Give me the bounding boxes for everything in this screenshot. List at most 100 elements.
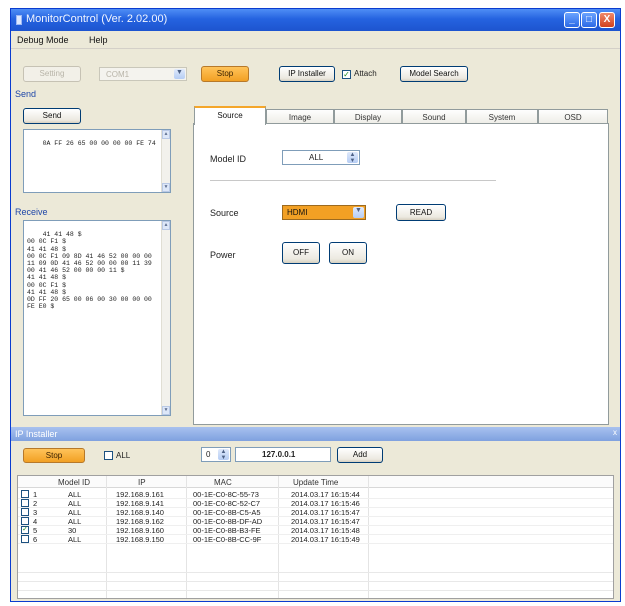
receive-textarea[interactable]: 41 41 48 $ 00 0C F1 $ 41 41 48 $ 00 0C F… — [23, 220, 171, 416]
cell-model: ALL — [68, 535, 82, 544]
all-label: ALL — [116, 451, 131, 460]
add-button[interactable]: Add — [337, 447, 383, 463]
menu-help[interactable]: Help — [89, 35, 108, 45]
cell-mac: 00-1E-C0-8B-C5-A5 — [193, 508, 261, 517]
cell-model: ALL — [68, 499, 82, 508]
row-number: 6 — [33, 535, 38, 544]
column-header-mac[interactable]: MAC — [214, 478, 232, 487]
row-checkbox[interactable] — [21, 535, 29, 543]
cell-ip: 192.168.9.160 — [116, 526, 164, 535]
cell-time: 2014.03.17 16:15:49 — [291, 535, 360, 544]
attach-checkbox[interactable]: ✓ — [342, 70, 351, 79]
column-header-model-id[interactable]: Model ID — [58, 478, 90, 487]
cell-model: 30 — [68, 526, 77, 535]
power-label: Power — [210, 250, 236, 260]
maximize-button[interactable]: □ — [581, 12, 597, 28]
row-checkbox[interactable]: ✓ — [21, 526, 29, 534]
cell-mac: 00-1E-C0-8B-B3-FE — [193, 526, 261, 535]
power-off-button[interactable]: OFF — [282, 242, 320, 264]
model-id-label: Model ID — [210, 154, 247, 164]
cell-ip: 192.168.9.140 — [116, 508, 164, 517]
model-id-spinner[interactable]: ALL ▲ ▼ — [282, 150, 360, 165]
ip-installer-title-bar: IP Installer x — [11, 427, 620, 441]
row-checkbox[interactable] — [21, 517, 29, 525]
send-textarea[interactable]: 0A FF 26 65 00 00 00 00 FE 74 ▲ ▼ — [23, 129, 171, 193]
row-checkbox[interactable] — [21, 508, 29, 516]
row-number: 4 — [33, 517, 38, 526]
row-number: 5 — [33, 526, 38, 535]
menu-debug-mode[interactable]: Debug Mode — [17, 35, 69, 45]
row-number: 3 — [33, 508, 38, 517]
table-row[interactable]: 1 ALL 192.168.9.161 00-1E-C0-8C-55-73 2014.0… — [18, 490, 613, 499]
com-port-select[interactable]: COM1 ▼ — [99, 67, 187, 81]
table-row[interactable]: ✓ 5 30 192.168.9.160 00-1E-C0-8B-B3-FE 2014.0… — [18, 526, 613, 535]
stop-button[interactable]: Stop — [201, 66, 249, 82]
row-divider — [18, 572, 613, 573]
setting-button[interactable]: Setting — [23, 66, 81, 82]
column-header-update-time[interactable]: Update Time — [293, 478, 338, 487]
scroll-up-icon[interactable]: ▲ — [162, 130, 170, 139]
cell-model: ALL — [68, 508, 82, 517]
read-button[interactable]: READ — [396, 204, 446, 221]
table-row[interactable]: 2 ALL 192.168.9.141 00-1E-C0-8C-52-C7 2014.0… — [18, 499, 613, 508]
close-button[interactable]: X — [599, 12, 615, 28]
table-row[interactable]: 6 ALL 192.168.9.150 00-1E-C0-8B-CC-9F 2014.0… — [18, 535, 613, 544]
source-select[interactable]: HDMI ▼ — [282, 205, 366, 220]
row-divider — [18, 590, 613, 591]
close-icon[interactable]: x — [613, 428, 617, 437]
ip-stop-button[interactable]: Stop — [23, 448, 85, 463]
send-scrollbar[interactable]: ▲ ▼ — [161, 130, 170, 192]
ip-address-input[interactable]: 127.0.0.1 — [235, 447, 331, 462]
cell-time: 2014.03.17 16:15:47 — [291, 508, 360, 517]
cell-time: 2014.03.17 16:15:44 — [291, 490, 360, 499]
receive-content: 41 41 48 $ 00 0C F1 $ 41 41 48 $ 00 0C F… — [27, 231, 152, 311]
row-checkbox[interactable] — [21, 490, 29, 498]
source-label: Source — [210, 208, 239, 218]
model-id-value: ALL — [309, 153, 324, 162]
cell-mac: 00-1E-C0-8C-55-73 — [193, 490, 259, 499]
divider — [210, 180, 496, 181]
title-bar[interactable]: MonitorControl (Ver. 2.02.00) _ □ X — [11, 9, 620, 31]
column-header-ip[interactable]: IP — [138, 478, 146, 487]
cell-ip: 192.168.9.150 — [116, 535, 164, 544]
chevron-down-icon: ▼ — [174, 69, 185, 79]
index-value: 0 — [206, 450, 211, 459]
table-header: Model ID IP MAC Update Time — [18, 476, 613, 488]
send-content: 0A FF 26 65 00 00 00 00 FE 74 — [42, 140, 156, 148]
attach-label: Attach — [354, 69, 377, 78]
main-window: MonitorControl (Ver. 2.02.00) _ □ X Debu… — [10, 8, 621, 602]
ip-installer-button[interactable]: IP Installer — [279, 66, 335, 82]
scroll-up-icon[interactable]: ▲ — [162, 221, 170, 230]
window-title: MonitorControl (Ver. 2.02.00) — [26, 13, 168, 25]
ip-installer-title: IP Installer — [15, 429, 58, 439]
ip-address-value: 127.0.0.1 — [262, 450, 296, 459]
scroll-down-icon[interactable]: ▼ — [162, 183, 170, 192]
chevron-down-icon: ▼ — [353, 207, 364, 218]
row-checkbox[interactable] — [21, 499, 29, 507]
model-search-button[interactable]: Model Search — [400, 66, 468, 82]
source-value: HDMI — [287, 208, 308, 217]
receive-scrollbar[interactable]: ▲ ▼ — [161, 221, 170, 415]
scroll-down-icon[interactable]: ▼ — [162, 406, 170, 415]
index-spinner[interactable]: 0 ▲ ▼ — [201, 447, 231, 462]
minimize-button[interactable]: _ — [564, 12, 580, 28]
cell-time: 2014.03.17 16:15:46 — [291, 499, 360, 508]
cell-mac: 00-1E-C0-8B-DF-AD — [193, 517, 263, 526]
tab-source[interactable]: Source — [194, 106, 266, 125]
com-port-value: COM1 — [106, 70, 130, 79]
send-button[interactable]: Send — [23, 108, 81, 124]
table-row[interactable]: 4 ALL 192.168.9.162 00-1E-C0-8B-DF-AD 2014.0… — [18, 517, 613, 526]
spinner-icon[interactable]: ▲ ▼ — [218, 449, 229, 461]
app-icon — [16, 15, 22, 25]
spinner-icon[interactable]: ▲ ▼ — [347, 152, 358, 164]
cell-mac: 00-1E-C0-8B-CC-9F — [193, 535, 262, 544]
cell-ip: 192.168.9.141 — [116, 499, 164, 508]
all-checkbox[interactable] — [104, 451, 113, 460]
ip-installer-table: Model ID IP MAC Update Time 1 ALL 192.168.… — [17, 475, 614, 599]
cell-mac: 00-1E-C0-8C-52-C7 — [193, 499, 261, 508]
row-number: 1 — [33, 490, 38, 499]
power-on-button[interactable]: ON — [329, 242, 367, 264]
row-divider — [18, 581, 613, 582]
menu-bar: Debug Mode Help — [11, 31, 620, 49]
table-row[interactable]: 3 ALL 192.168.9.140 00-1E-C0-8B-C5-A5 2014.0… — [18, 508, 613, 517]
